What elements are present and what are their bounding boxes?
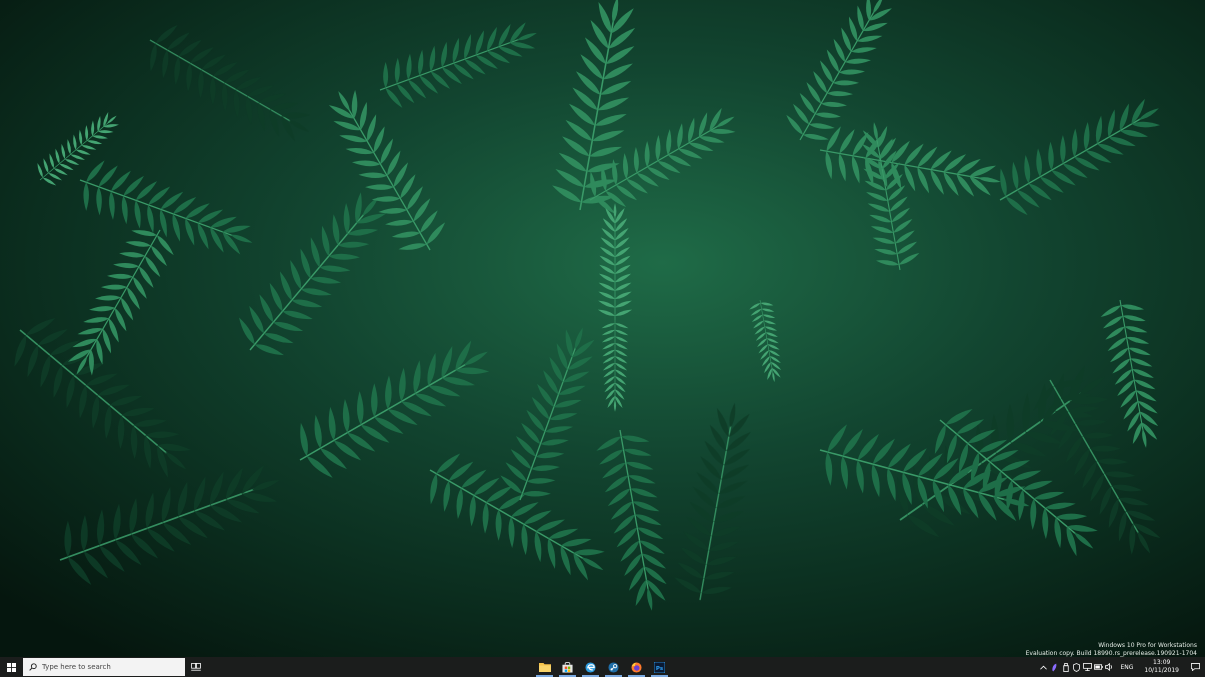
- clock-date: 10/11/2019: [1144, 667, 1179, 674]
- search-input[interactable]: [37, 660, 182, 674]
- tray-app-drive[interactable]: [1060, 657, 1071, 677]
- notification-icon: [1190, 663, 1200, 671]
- tray-app-shield[interactable]: [1071, 657, 1082, 677]
- pinned-apps: Ps: [533, 657, 671, 677]
- shield-icon: [1073, 662, 1081, 672]
- system-tray: ENG 13:09 10/11/2019: [1038, 657, 1205, 677]
- taskbar-app-file-explorer[interactable]: [533, 657, 556, 677]
- start-button[interactable]: [0, 657, 22, 677]
- show-hidden-icons-button[interactable]: [1038, 657, 1049, 677]
- clock-time: 13:09: [1153, 659, 1171, 666]
- clock[interactable]: 13:09 10/11/2019: [1138, 659, 1185, 675]
- speaker-icon: [1105, 663, 1113, 671]
- taskbar-app-photoshop[interactable]: Ps: [648, 657, 671, 677]
- network-icon: [1083, 663, 1093, 671]
- store-bag-icon: [562, 661, 573, 673]
- desktop: Windows 10 Pro for Workstations Evaluati…: [0, 0, 1205, 677]
- task-view-icon: [191, 663, 201, 671]
- evaluation-watermark: Windows 10 Pro for Workstations Evaluati…: [1026, 642, 1197, 658]
- taskbar-app-store[interactable]: [556, 657, 579, 677]
- action-center-button[interactable]: [1185, 657, 1205, 677]
- taskbar: Ps: [0, 657, 1205, 677]
- taskbar-search-box[interactable]: [23, 658, 185, 676]
- search-icon: [29, 663, 37, 671]
- steam-icon: [608, 661, 619, 673]
- tray-battery[interactable]: [1093, 657, 1104, 677]
- tray-volume[interactable]: [1104, 657, 1115, 677]
- watermark-edition: Windows 10 Pro for Workstations: [1098, 642, 1197, 649]
- battery-icon: [1094, 664, 1104, 670]
- task-view-button[interactable]: [185, 657, 207, 677]
- photoshop-icon: Ps: [654, 661, 665, 673]
- photoshop-label: Ps: [656, 665, 664, 671]
- input-language[interactable]: ENG: [1115, 664, 1138, 671]
- firefox-icon: [631, 661, 642, 673]
- edge-icon: [585, 661, 596, 673]
- usb-drive-icon: [1063, 662, 1069, 672]
- windows-logo-icon: [6, 662, 16, 672]
- taskbar-app-steam[interactable]: [602, 657, 625, 677]
- taskbar-app-edge[interactable]: [579, 657, 602, 677]
- feather-icon: [1052, 663, 1057, 671]
- wallpaper-fern-image: [0, 0, 1205, 657]
- tray-network[interactable]: [1082, 657, 1093, 677]
- tray-app-feather[interactable]: [1049, 657, 1060, 677]
- folder-icon: [538, 663, 551, 672]
- taskbar-app-firefox[interactable]: [625, 657, 648, 677]
- chevron-up-icon: [1040, 665, 1048, 670]
